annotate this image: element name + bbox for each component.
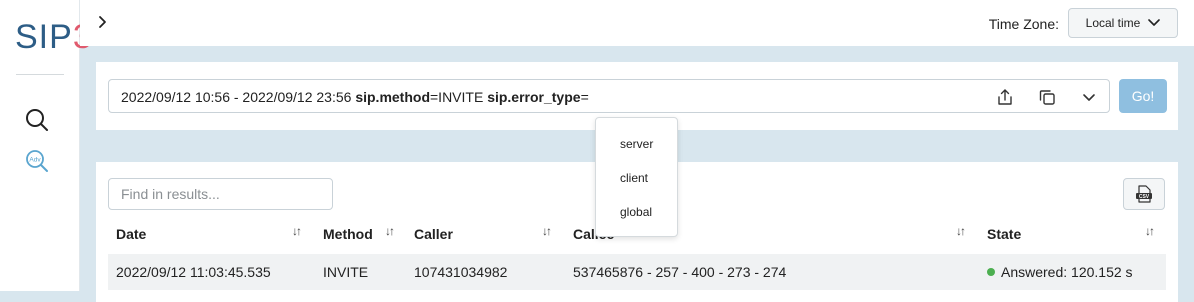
logo-sip: SIP	[15, 18, 73, 56]
timezone-select[interactable]: Local time	[1068, 8, 1178, 38]
sort-state-icon[interactable]: ↓↑	[1145, 224, 1155, 238]
cell-caller: 107431034982	[414, 264, 508, 280]
chevron-right-icon	[99, 16, 106, 28]
autocomplete-dropdown: server client global	[595, 117, 678, 237]
cell-date: 2022/09/12 11:03:45.535	[116, 264, 271, 280]
status-dot	[987, 268, 995, 276]
advanced-search-icon[interactable]: Adv	[24, 148, 50, 174]
sidebar: SIP3 Adv	[0, 0, 92, 291]
column-header-caller[interactable]: Caller	[414, 226, 453, 242]
column-header-state[interactable]: State	[987, 226, 1021, 242]
csv-icon: CSV	[1136, 185, 1152, 203]
sidebar-divider	[16, 74, 64, 75]
go-button[interactable]: Go!	[1119, 79, 1167, 113]
sort-callee-icon[interactable]: ↓↑	[956, 224, 966, 238]
query-filter2-op: =	[580, 89, 589, 105]
top-bar: Time Zone: Local time	[80, 0, 1194, 46]
query-filter1-key: sip.method	[355, 89, 430, 105]
autocomplete-option-server[interactable]: server	[620, 137, 653, 151]
cell-state-text: Answered: 120.152 s	[1001, 264, 1133, 280]
table-row[interactable]: 2022/09/12 11:03:45.535 INVITE 107431034…	[108, 254, 1166, 290]
column-header-date[interactable]: Date	[116, 226, 146, 242]
advanced-search-label: Adv	[29, 157, 41, 164]
autocomplete-option-global[interactable]: global	[620, 205, 652, 219]
timezone-value: Local time	[1085, 16, 1141, 30]
timezone-label: Time Zone:	[988, 16, 1059, 32]
query-input[interactable]: 2022/09/12 10:56 - 2022/09/12 23:56 sip.…	[108, 79, 1110, 113]
query-date-range: 2022/09/12 10:56 - 2022/09/12 23:56	[121, 89, 352, 105]
csv-icon-label: CSV	[1139, 194, 1150, 200]
export-csv-button[interactable]: CSV	[1123, 178, 1165, 210]
cell-state: Answered: 120.152 s	[987, 264, 1133, 280]
expand-sidebar-button[interactable]	[94, 12, 112, 32]
sort-method-icon[interactable]: ↓↑	[385, 224, 395, 238]
find-in-results-input[interactable]	[108, 178, 333, 210]
query-filter2-key: sip.error_type	[487, 89, 581, 105]
query-filter1-value: =INVITE	[430, 89, 484, 105]
history-dropdown-icon[interactable]	[1079, 87, 1099, 107]
cell-method: INVITE	[323, 264, 369, 280]
query-text: 2022/09/12 10:56 - 2022/09/12 23:56 sip.…	[121, 89, 589, 105]
share-icon[interactable]	[995, 87, 1015, 107]
column-header-method[interactable]: Method	[323, 226, 373, 242]
autocomplete-option-client[interactable]: client	[620, 171, 648, 185]
search-icon[interactable]	[24, 107, 50, 133]
sort-date-icon[interactable]: ↓↑	[292, 224, 302, 238]
copy-icon[interactable]	[1037, 87, 1057, 107]
sort-caller-icon[interactable]: ↓↑	[542, 224, 552, 238]
cell-callee: 537465876 - 257 - 400 - 273 - 274	[573, 264, 787, 280]
chevron-down-icon	[1148, 19, 1161, 26]
